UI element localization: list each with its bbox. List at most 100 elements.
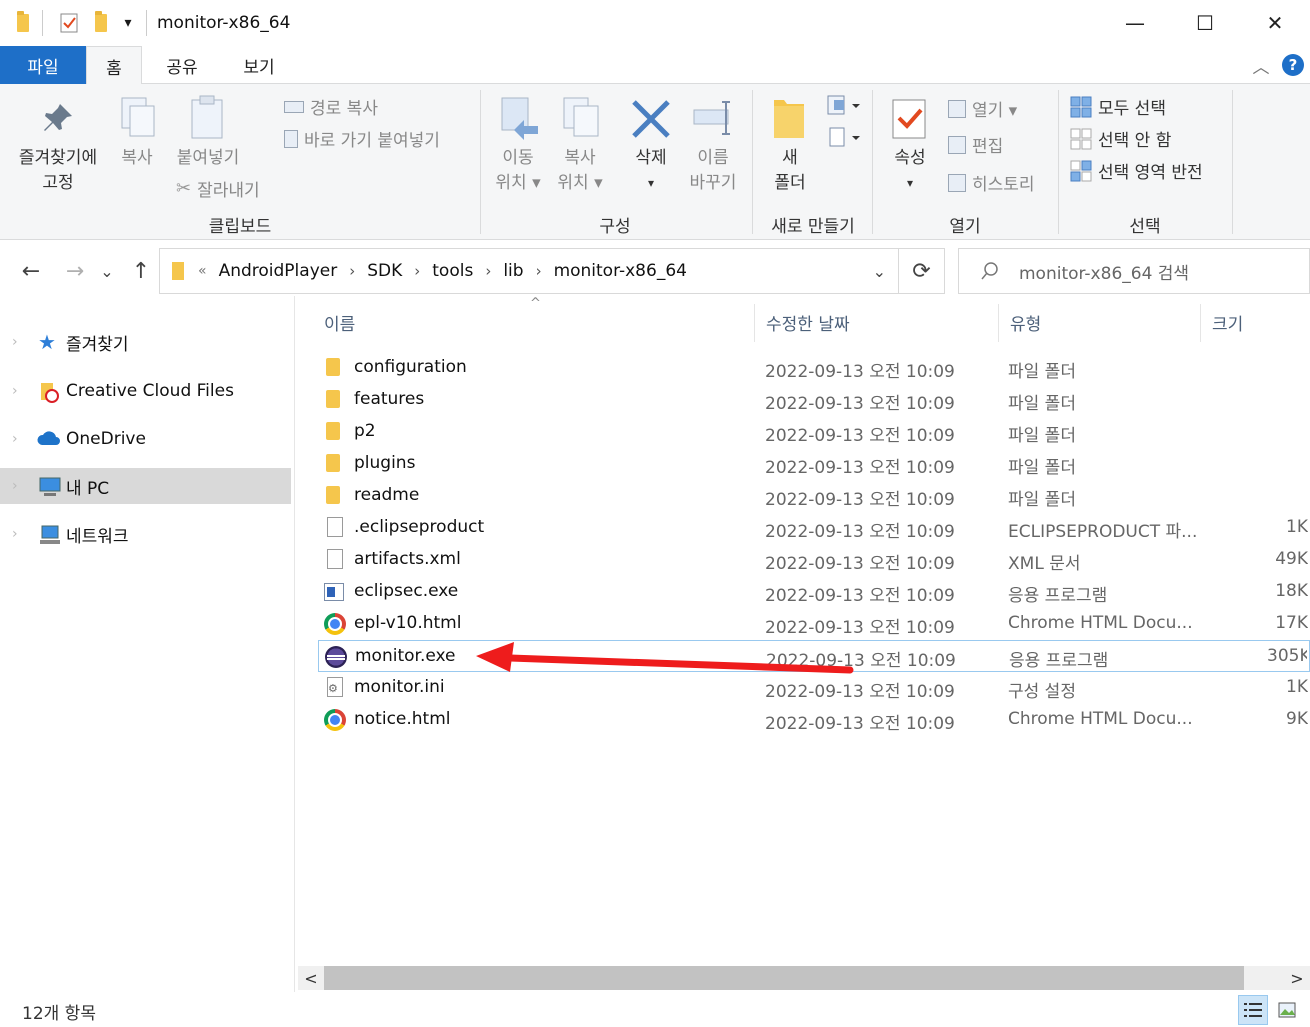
file-type: XML 문서 — [1008, 554, 1081, 574]
column-divider[interactable] — [998, 304, 999, 342]
expand-icon[interactable]: › — [12, 478, 18, 494]
paste-icon — [188, 94, 228, 146]
properties-button[interactable]: 속성 ▾ — [882, 146, 938, 196]
copy-button[interactable]: 복사 — [112, 146, 162, 171]
tab-view[interactable]: 보기 — [222, 46, 296, 84]
rename-button[interactable]: 이름 바꾸기 — [682, 146, 744, 196]
navigation-bar: ← → ⌄ ↑ « AndroidPlayer › SDK › tools › … — [0, 248, 1310, 294]
scrollbar-thumb[interactable] — [324, 966, 1244, 990]
expand-icon[interactable]: › — [12, 431, 18, 447]
table-row[interactable]: readme 2022-09-13 오전 10:09 파일 폴더 — [318, 480, 1310, 512]
file-name: plugins — [354, 453, 416, 473]
easy-access-icon[interactable] — [826, 126, 862, 154]
column-header-date[interactable]: 수정한 날짜 — [766, 310, 850, 335]
scroll-right-button[interactable]: > — [1284, 966, 1310, 990]
new-folder-icon[interactable] — [90, 11, 112, 34]
breadcrumb-tools[interactable]: tools — [432, 261, 473, 281]
nav-item-quick-access[interactable]: › ★ 즐겨찾기 — [0, 324, 291, 360]
table-row[interactable]: artifacts.xml 2022-09-13 오전 10:09 XML 문서… — [318, 544, 1310, 576]
forward-button[interactable]: → — [60, 256, 90, 286]
cut-button[interactable]: ✂ 잘라내기 — [176, 176, 260, 201]
file-type: 파일 폴더 — [1008, 458, 1076, 478]
properties-icon[interactable] — [58, 12, 80, 34]
table-row[interactable]: p2 2022-09-13 오전 10:09 파일 폴더 — [318, 416, 1310, 448]
chevron-right-icon[interactable]: › — [536, 262, 542, 280]
column-header-type[interactable]: 유형 — [1010, 310, 1041, 335]
column-divider[interactable] — [1200, 304, 1201, 342]
quick-access-dropdown-icon[interactable]: ▾ — [118, 12, 138, 34]
delete-button[interactable]: 삭제 ▾ — [622, 146, 680, 196]
move-to-button[interactable]: 이동 위치 ▾ — [488, 146, 548, 196]
nav-item-label: 네트워크 — [66, 526, 129, 547]
large-icons-view-button[interactable] — [1272, 995, 1302, 1025]
nav-item-this-pc[interactable]: › 내 PC — [0, 468, 291, 504]
history-button[interactable]: 히스토리 — [948, 170, 1035, 195]
maximize-button[interactable]: ☐ — [1170, 0, 1240, 46]
nav-item-network[interactable]: › 네트워크 — [0, 516, 291, 552]
help-icon[interactable]: ? — [1280, 46, 1306, 84]
table-row[interactable]: configuration 2022-09-13 오전 10:09 파일 폴더 — [318, 352, 1310, 384]
scroll-left-button[interactable]: < — [298, 966, 324, 990]
table-row[interactable]: plugins 2022-09-13 오전 10:09 파일 폴더 — [318, 448, 1310, 480]
file-date: 2022-09-13 오전 10:09 — [765, 618, 955, 638]
file-size: 305K — [1267, 646, 1307, 666]
copy-path-button[interactable]: 경로 복사 — [284, 94, 378, 119]
paste-shortcut-button[interactable]: 바로 가기 붙여넣기 — [284, 126, 440, 151]
chevron-right-icon[interactable]: › — [349, 262, 355, 280]
search-input[interactable]: monitor-x86_64 검색 — [1019, 259, 1189, 284]
tab-file[interactable]: 파일 — [0, 46, 86, 84]
tab-home[interactable]: 홈 — [86, 46, 142, 85]
expand-icon[interactable]: › — [12, 383, 18, 399]
nav-item-onedrive[interactable]: › OneDrive — [0, 421, 291, 457]
search-box[interactable]: monitor-x86_64 검색 — [958, 248, 1310, 294]
table-row[interactable]: notice.html 2022-09-13 오전 10:09 Chrome H… — [318, 704, 1310, 736]
ribbon-tabs: 파일 홈 공유 보기 ︿ ? — [0, 46, 1310, 85]
horizontal-scrollbar[interactable]: < > — [298, 966, 1310, 990]
chevron-right-icon[interactable]: › — [414, 262, 420, 280]
file-date: 2022-09-13 오전 10:09 — [765, 362, 955, 382]
refresh-button[interactable]: ⟳ — [899, 248, 945, 294]
table-row[interactable]: features 2022-09-13 오전 10:09 파일 폴더 — [318, 384, 1310, 416]
select-none-button[interactable]: 선택 안 함 — [1070, 126, 1171, 151]
new-item-icon[interactable] — [826, 94, 862, 122]
copy-path-icon — [284, 100, 304, 113]
breadcrumb-lib[interactable]: lib — [503, 261, 523, 281]
details-view-button[interactable] — [1238, 995, 1268, 1025]
select-all-button[interactable]: 모두 선택 — [1070, 94, 1166, 119]
paste-button[interactable]: 붙여넣기 — [166, 146, 250, 171]
tab-share[interactable]: 공유 — [150, 46, 214, 84]
table-row[interactable]: .eclipseproduct 2022-09-13 오전 10:09 ECLI… — [318, 512, 1310, 544]
nav-item-creative-cloud[interactable]: › Creative Cloud Files — [0, 373, 291, 409]
new-folder-button[interactable]: 새 폴더 — [764, 146, 816, 196]
copy-to-button[interactable]: 복사 위치 ▾ — [550, 146, 610, 196]
up-button[interactable]: ↑ — [126, 256, 156, 286]
chevron-right-icon[interactable]: › — [485, 262, 491, 280]
select-group-label: 선택 — [1129, 217, 1161, 237]
address-bar[interactable]: « AndroidPlayer › SDK › tools › lib › mo… — [159, 248, 899, 294]
pin-to-quick-access-button[interactable]: 즐겨찾기에 고정 — [8, 146, 108, 196]
breadcrumb-overflow[interactable]: « — [198, 263, 207, 279]
expand-icon[interactable]: › — [12, 526, 18, 542]
column-header-size[interactable]: 크기 — [1212, 310, 1243, 335]
minimize-button[interactable]: — — [1100, 0, 1170, 46]
column-header-name[interactable]: 이름 — [324, 310, 355, 335]
breadcrumb-current[interactable]: monitor-x86_64 — [554, 261, 687, 281]
address-dropdown-icon[interactable]: ⌄ — [873, 262, 886, 281]
edit-button[interactable]: 편집 — [948, 132, 1003, 157]
column-divider[interactable] — [754, 304, 755, 342]
collapse-ribbon-icon[interactable]: ︿ — [1246, 46, 1276, 84]
invert-selection-button[interactable]: 선택 영역 반전 — [1070, 158, 1203, 183]
breadcrumb-sdk[interactable]: SDK — [367, 261, 402, 281]
folder-icon — [326, 422, 340, 440]
back-button[interactable]: ← — [16, 256, 46, 286]
file-name: monitor.exe — [355, 646, 456, 666]
breadcrumb-androidplayer[interactable]: AndroidPlayer — [219, 261, 338, 281]
expand-icon[interactable]: › — [12, 334, 18, 350]
file-size: 49K — [1275, 549, 1308, 569]
network-icon — [38, 524, 60, 544]
close-button[interactable]: ✕ — [1240, 0, 1310, 46]
computer-icon — [38, 476, 61, 496]
table-row[interactable]: eclipsec.exe 2022-09-13 오전 10:09 응용 프로그램… — [318, 576, 1310, 608]
open-button[interactable]: 열기 ▾ — [948, 96, 1017, 121]
recent-locations-button[interactable]: ⌄ — [96, 256, 118, 286]
